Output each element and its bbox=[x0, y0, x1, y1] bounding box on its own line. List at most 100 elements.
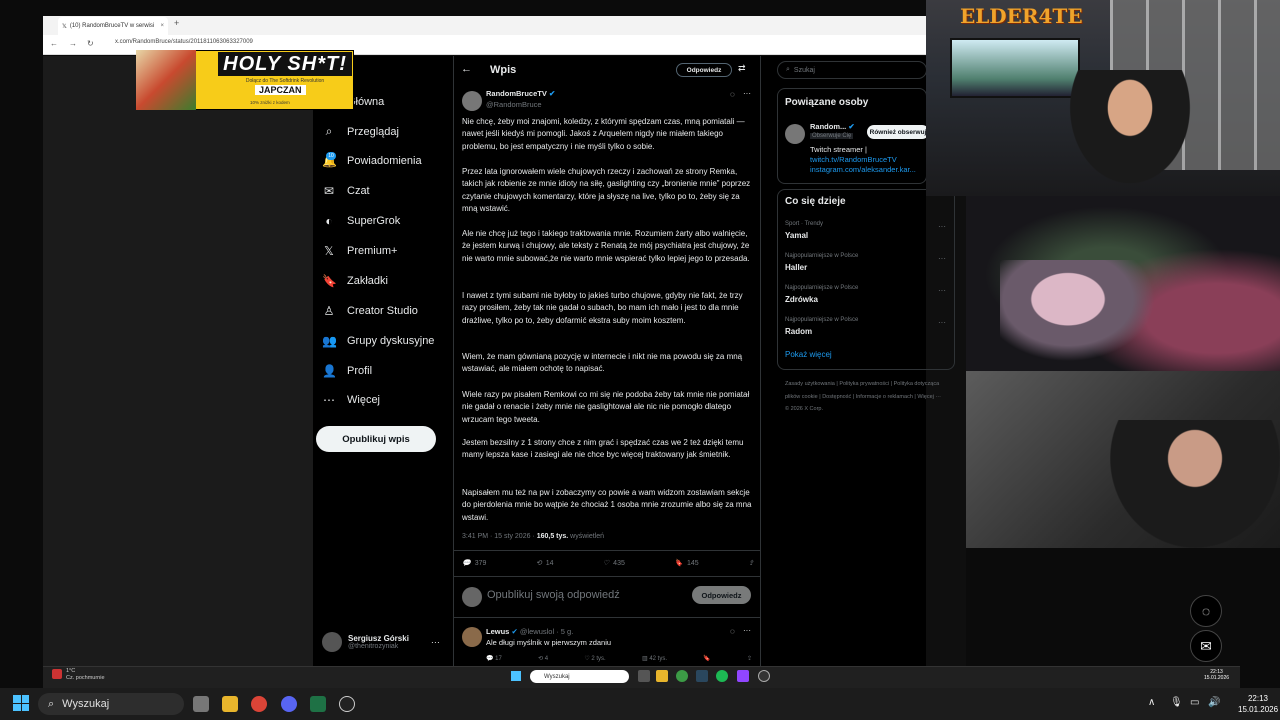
related-bio-text: Twitch streamer | bbox=[810, 145, 867, 154]
footer-links[interactable]: Zasady użytkowania | Polityka prywatnośc… bbox=[785, 378, 945, 416]
more-dots-icon[interactable]: ··· bbox=[431, 637, 440, 647]
more-dots-icon[interactable]: ··· bbox=[938, 318, 946, 327]
reply-action[interactable]: 💬 379 bbox=[462, 559, 486, 568]
grok-icon[interactable]: ◌ bbox=[730, 627, 735, 636]
obs-icon[interactable] bbox=[339, 696, 355, 712]
author-avatar[interactable] bbox=[462, 91, 482, 111]
reply-header-button[interactable]: Odpowiedz bbox=[676, 63, 732, 77]
reply-author[interactable]: Lewus ✔ @lewuslol · 5 g. bbox=[486, 627, 573, 636]
windows-start-icon[interactable] bbox=[13, 695, 29, 711]
monitor-icon[interactable]: ▭ bbox=[1190, 697, 1199, 708]
share-icon[interactable]: ⇪ bbox=[747, 655, 752, 662]
bookmark-icon[interactable]: 🔖 bbox=[703, 655, 710, 662]
inner-clock[interactable]: 22:13 15.01.2026 bbox=[1204, 669, 1229, 681]
inner-search-input[interactable]: Wyszukaj bbox=[530, 670, 629, 683]
show-more-link[interactable]: Pokaż więcej bbox=[785, 350, 832, 359]
instagram-link[interactable]: instagram.com/aleksander.kar... bbox=[810, 165, 925, 175]
file-explorer-icon[interactable] bbox=[222, 696, 238, 712]
author-handle[interactable]: @RandomBruce bbox=[486, 100, 542, 109]
related-name[interactable]: Random... ✔ bbox=[810, 122, 855, 131]
account-handle: @thenitrozyniak bbox=[348, 643, 399, 650]
sidebar-item-8[interactable]: 👥 Grupy dyskusyjne bbox=[322, 334, 434, 348]
author-name[interactable]: RandomBruceTV ✔ bbox=[486, 89, 555, 98]
inner-start-icon[interactable] bbox=[511, 671, 521, 681]
messages-fab-icon[interactable]: ✉ bbox=[1190, 630, 1222, 662]
reply-repost-action[interactable]: ⟲ 4 bbox=[538, 655, 548, 662]
sidebar-item-4[interactable]: ◐ SuperGrok bbox=[322, 214, 400, 228]
reply-views-action[interactable]: ▥ 42 tys. bbox=[642, 655, 667, 662]
inner-weather[interactable]: 1°C Cz. pochmurnie bbox=[66, 668, 105, 682]
inner-folder-icon[interactable] bbox=[656, 670, 668, 682]
follows-you-badge: Obserwuje Cię bbox=[810, 133, 854, 139]
settings-sliders-icon[interactable]: ⇄ bbox=[738, 63, 746, 74]
new-tab-button[interactable]: + bbox=[174, 18, 179, 28]
more-dots-icon[interactable]: ··· bbox=[938, 222, 946, 231]
bookmark-action[interactable]: 🔖 145 bbox=[674, 559, 698, 568]
forward-arrow-icon[interactable]: → bbox=[69, 39, 77, 48]
repost-action[interactable]: ⟲ 14 bbox=[536, 559, 554, 568]
trend-item[interactable]: Haller bbox=[785, 263, 807, 272]
taskbar-time: 22:13 bbox=[1247, 694, 1268, 703]
back-arrow-icon[interactable]: ← bbox=[50, 39, 58, 48]
follow-back-button[interactable]: Również obserwuj bbox=[867, 125, 929, 139]
inner-chrome-icon[interactable] bbox=[676, 670, 688, 682]
inner-spotify-icon[interactable] bbox=[716, 670, 728, 682]
more-dots-icon[interactable]: ··· bbox=[938, 254, 946, 263]
inner-steam-icon[interactable] bbox=[696, 670, 708, 682]
sidebar-item-2[interactable]: 🔔 Powiadomienia bbox=[322, 154, 422, 168]
reply-reply-count: 17 bbox=[495, 656, 502, 662]
share-action[interactable]: ⇪ bbox=[748, 559, 754, 567]
more-dots-icon[interactable]: ··· bbox=[743, 89, 751, 98]
trend-context: Najpopularniejsze w Polsce bbox=[785, 317, 859, 323]
twitch-link[interactable]: twitch.tv/RandomBruceTV bbox=[810, 155, 925, 165]
close-tab-icon[interactable]: × bbox=[160, 23, 164, 29]
grok-fab-icon[interactable]: ◌ bbox=[1190, 595, 1222, 627]
grok-icon[interactable]: ◌ bbox=[730, 90, 735, 99]
back-arrow-icon[interactable]: ← bbox=[461, 63, 472, 75]
excel-icon[interactable] bbox=[310, 696, 326, 712]
taskbar-clock[interactable]: 22:13 15.01.2026 bbox=[1238, 693, 1278, 715]
inner-app-icon[interactable] bbox=[737, 670, 749, 682]
sidebar-item-3[interactable]: ✉ Czat bbox=[322, 184, 370, 198]
microphone-icon[interactable]: 🎙 bbox=[1170, 697, 1183, 708]
sidebar-item-5[interactable]: 𝕏 Premium+ bbox=[322, 244, 397, 258]
trend-item[interactable]: Zdrówka bbox=[785, 295, 818, 304]
page-title: Wpis bbox=[490, 64, 517, 76]
more-icon: ⋯ bbox=[323, 393, 335, 407]
reload-icon[interactable]: ↻ bbox=[87, 39, 94, 48]
more-dots-icon[interactable]: ··· bbox=[938, 286, 946, 295]
tray-chevron-icon[interactable]: ∧ bbox=[1148, 697, 1155, 708]
trend-item[interactable]: Yamal bbox=[785, 231, 808, 240]
reply-avatar[interactable] bbox=[462, 627, 482, 647]
taskbar-search[interactable]: ⌕ Wyszukaj bbox=[38, 693, 184, 715]
sidebar-item-9[interactable]: 👤 Profil bbox=[322, 364, 372, 378]
reply-reply-action[interactable]: 💬 17 bbox=[486, 655, 502, 662]
browser-tab[interactable]: 𝕏 (10) RandomBruceTV w serwisi × bbox=[58, 17, 168, 35]
sidebar-item-6[interactable]: 🔖 Zakładki bbox=[322, 274, 388, 288]
post-button[interactable]: Opublikuj wpis bbox=[316, 426, 436, 452]
discord-icon[interactable] bbox=[281, 696, 297, 712]
sidebar-item-label: SuperGrok bbox=[347, 215, 401, 227]
inner-obs-icon[interactable] bbox=[758, 670, 770, 682]
like-action[interactable]: ♡ 435 bbox=[603, 559, 625, 568]
chrome-icon[interactable] bbox=[251, 696, 267, 712]
trend-item[interactable]: Radom bbox=[785, 327, 812, 336]
screen: 𝕏 (10) RandomBruceTV w serwisi × + ← → ↻… bbox=[0, 0, 1280, 720]
sidebar-item-7[interactable]: ♙ Creator Studio bbox=[322, 304, 418, 318]
reply-input[interactable]: Opublikuj swoją odpowiedź bbox=[487, 589, 620, 601]
search-input[interactable]: ⌕ Szukaj bbox=[777, 61, 927, 79]
url-field[interactable]: x.com/RandomBruce/status/201181106306332… bbox=[115, 39, 253, 45]
sidebar-item-1[interactable]: ⌕ Przeglądaj bbox=[322, 124, 399, 139]
volume-icon[interactable]: 🔊 bbox=[1208, 697, 1220, 708]
reply-like-action[interactable]: ♡ 2 tys. bbox=[584, 655, 605, 662]
share-icon: ⇪ bbox=[748, 560, 754, 567]
reply-views-count: 42 tys. bbox=[649, 656, 667, 662]
reply-submit-button[interactable]: Odpowiedz bbox=[692, 586, 751, 604]
account-switcher[interactable]: Sergiusz Górski @thenitrozyniak ··· bbox=[322, 632, 440, 652]
repost-count: 14 bbox=[545, 559, 554, 567]
sidebar-item-10[interactable]: ⋯ Więcej bbox=[322, 393, 380, 407]
related-avatar[interactable] bbox=[785, 124, 805, 144]
taskview-icon[interactable] bbox=[193, 696, 209, 712]
more-dots-icon[interactable]: ··· bbox=[743, 626, 751, 635]
inner-taskview-icon[interactable] bbox=[638, 670, 650, 682]
